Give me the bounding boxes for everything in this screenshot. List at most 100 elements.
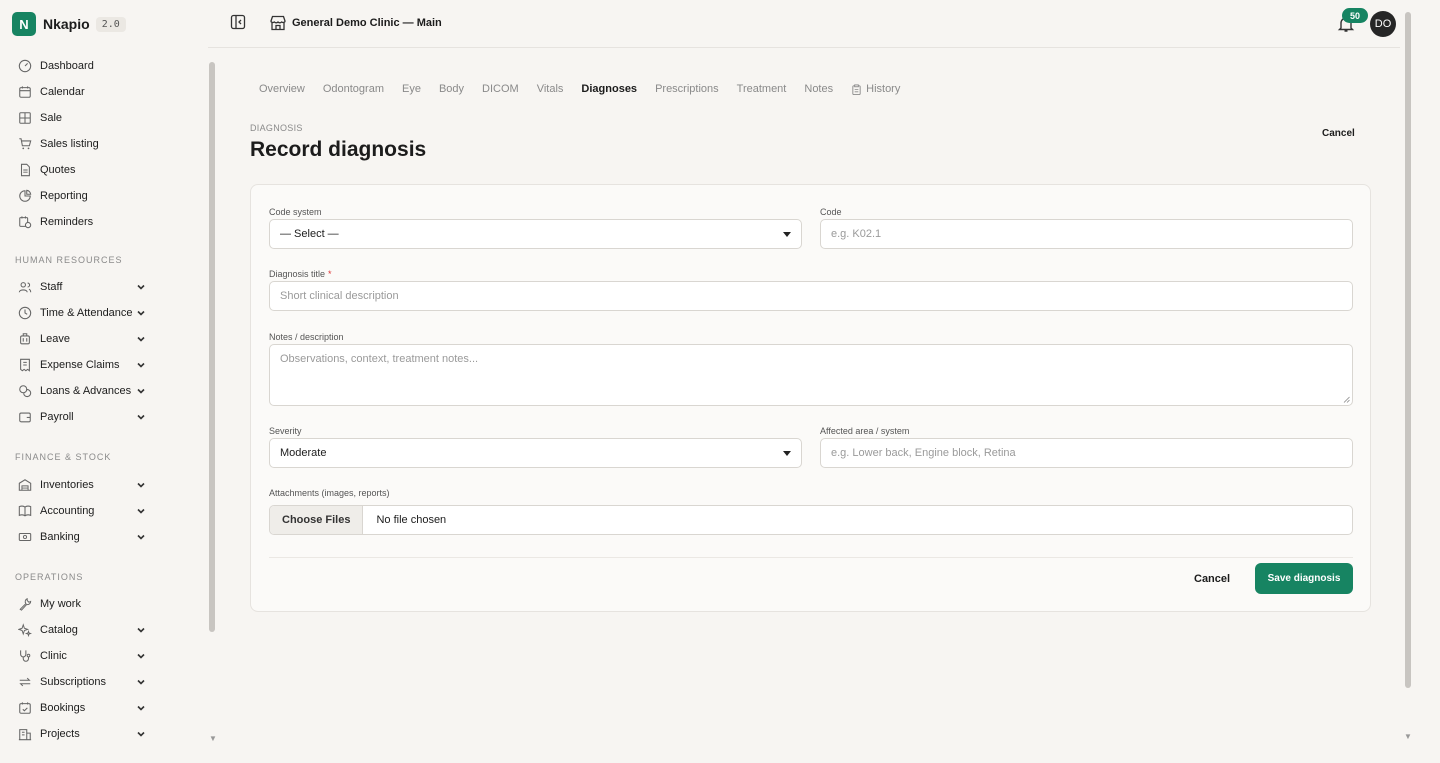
sidebar-item-clinic[interactable]: Clinic [0,643,208,669]
tab-odontogram[interactable]: Odontogram [323,83,384,95]
receipt-icon [18,358,32,372]
severity-label: Severity [269,426,302,436]
label-text: Diagnosis title [269,269,326,279]
clinic-name: General Demo Clinic — Main [292,17,442,29]
record-tabs: Overview Odontogram Eye Body DICOM Vital… [259,82,918,96]
chevron-down-icon [136,282,146,292]
sidebar-item-time-attendance[interactable]: Time & Attendance [0,300,208,326]
sidebar-item-label: Catalog [40,624,78,636]
attachments-file-input[interactable]: Choose Files No file chosen [269,505,1353,535]
brand-name: Nkapio [43,16,90,32]
section-title-finance-stock: FINANCE & STOCK [15,452,112,462]
wrench-icon [18,597,32,611]
chevron-down-icon [136,386,146,396]
sidebar-item-inventories[interactable]: Inventories [0,472,208,498]
sidebar-item-payroll[interactable]: Payroll [0,404,208,430]
sidebar-item-label: Leave [40,333,70,345]
chevron-down-icon [136,703,146,713]
stethoscope-icon [18,649,32,663]
sidebar-item-subscriptions[interactable]: Subscriptions [0,669,208,695]
brand-logo: N [12,12,36,36]
sidebar-item-dashboard[interactable]: Dashboard [0,53,208,79]
sidebar-item-label: Subscriptions [40,676,107,688]
chevron-down-icon [136,308,146,318]
chevron-down-icon [136,651,146,661]
sidebar-item-sale[interactable]: Sale [0,105,208,131]
sidebar-item-label: Clinic [40,650,67,662]
brand[interactable]: N Nkapio 2.0 [12,12,126,36]
code-system-select[interactable]: — Select — [269,219,802,249]
tab-notes[interactable]: Notes [804,83,833,95]
sidebar-item-leave[interactable]: Leave [0,326,208,352]
affected-area-input[interactable]: e.g. Lower back, Engine block, Retina [820,438,1353,468]
tab-eye[interactable]: Eye [402,83,421,95]
notes-label: Notes / description [269,332,344,342]
sidebar-item-projects[interactable]: Projects [0,721,208,747]
page-eyebrow: DIAGNOSIS [250,123,303,133]
sidebar-item-loans-advances[interactable]: Loans & Advances [0,378,208,404]
repeat-icon [18,675,32,689]
chevron-down-icon [136,532,146,542]
notes-textarea[interactable]: Observations, context, treatment notes..… [269,344,1353,406]
sidebar-item-my-work[interactable]: My work [0,591,208,617]
sidebar-item-reporting[interactable]: Reporting [0,183,208,209]
header-cancel-button[interactable]: Cancel [1322,128,1355,139]
diagnosis-title-label: Diagnosis title * [269,269,332,279]
calendar-check-icon [18,701,32,715]
sidebar-scrollbar[interactable] [209,62,215,632]
sidebar-item-calendar[interactable]: Calendar [0,79,208,105]
sidebar-item-accounting[interactable]: Accounting [0,498,208,524]
sidebar-scroll-down-arrow[interactable]: ▼ [209,734,217,743]
tab-prescriptions[interactable]: Prescriptions [655,83,719,95]
sidebar-item-banking[interactable]: Banking [0,524,208,550]
sidebar-item-label: Bookings [40,702,86,714]
sidebar-item-label: Sale [40,112,63,124]
sidebar-toggle-icon[interactable] [230,14,246,30]
clinic-switcher[interactable]: General Demo Clinic — Main [269,14,442,32]
document-icon [18,163,32,177]
sidebar-item-bookings[interactable]: Bookings [0,695,208,721]
severity-select[interactable]: Moderate [269,438,802,468]
main-scroll-down-arrow[interactable]: ▼ [1404,732,1412,741]
code-system-label: Code system [269,207,322,217]
sidebar-nav: Dashboard Calendar Sale Sales listing Qu… [0,53,208,747]
coins-icon [18,384,32,398]
chevron-down-icon [136,360,146,370]
chevron-down-icon [136,334,146,344]
tab-body[interactable]: Body [439,83,464,95]
tab-vitals[interactable]: Vitals [537,83,564,95]
sidebar-item-staff[interactable]: Staff [0,274,208,300]
sidebar-item-sales-listing[interactable]: Sales listing [0,131,208,157]
topbar: General Demo Clinic — Main 50 DO [208,0,1400,48]
avatar[interactable]: DO [1370,11,1396,37]
code-input[interactable]: e.g. K02.1 [820,219,1353,249]
tab-label: History [866,83,901,95]
sidebar-item-quotes[interactable]: Quotes [0,157,208,183]
store-icon [270,15,286,31]
clipboard-icon [852,83,861,95]
affected-area-label: Affected area / system [820,426,910,436]
diagnosis-title-input[interactable]: Short clinical description [269,281,1353,311]
tab-diagnoses[interactable]: Diagnoses [581,83,637,95]
tab-treatment[interactable]: Treatment [737,83,787,95]
cancel-button[interactable]: Cancel [1194,570,1230,588]
sidebar-item-expense-claims[interactable]: Expense Claims [0,352,208,378]
form-divider [269,557,1353,558]
grid-icon [18,111,32,125]
main-scrollbar[interactable] [1405,12,1411,688]
luggage-icon [18,332,32,346]
tab-dicom[interactable]: DICOM [482,83,519,95]
sidebar-item-catalog[interactable]: Catalog [0,617,208,643]
code-system-value: — Select — [280,228,339,240]
cart-icon [18,137,32,151]
section-title-operations: OPERATIONS [15,572,84,582]
severity-value: Moderate [280,447,327,459]
tab-overview[interactable]: Overview [259,83,305,95]
choose-files-button[interactable]: Choose Files [270,506,364,534]
resize-handle-icon[interactable] [1343,396,1350,403]
sidebar-item-label: Loans & Advances [40,385,132,397]
save-diagnosis-button[interactable]: Save diagnosis [1255,563,1353,594]
sidebar-item-label: Accounting [40,505,95,517]
sidebar-item-reminders[interactable]: Reminders [0,209,208,235]
tab-history[interactable]: History [851,83,900,95]
